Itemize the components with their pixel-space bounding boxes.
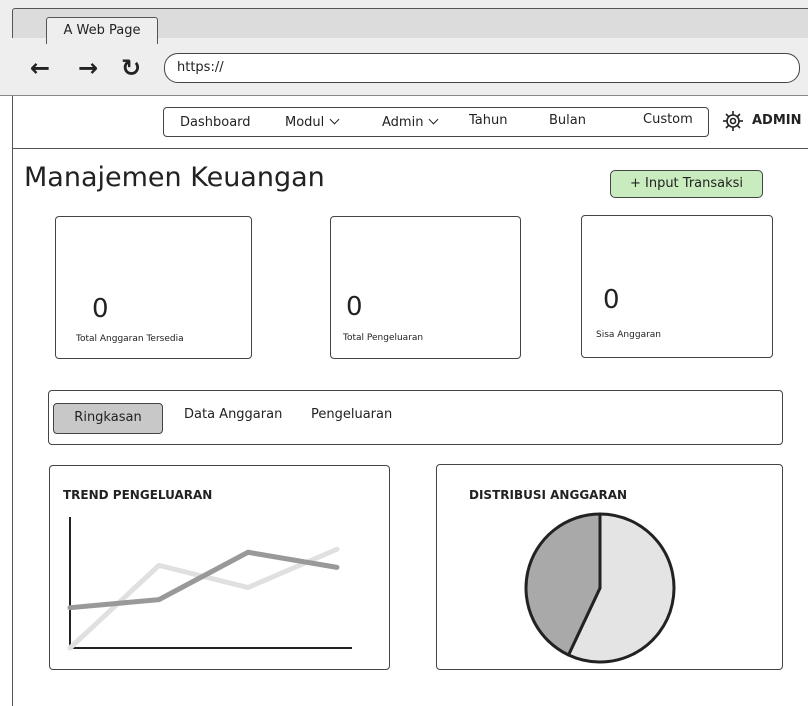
- distribution-chart: [524, 512, 676, 664]
